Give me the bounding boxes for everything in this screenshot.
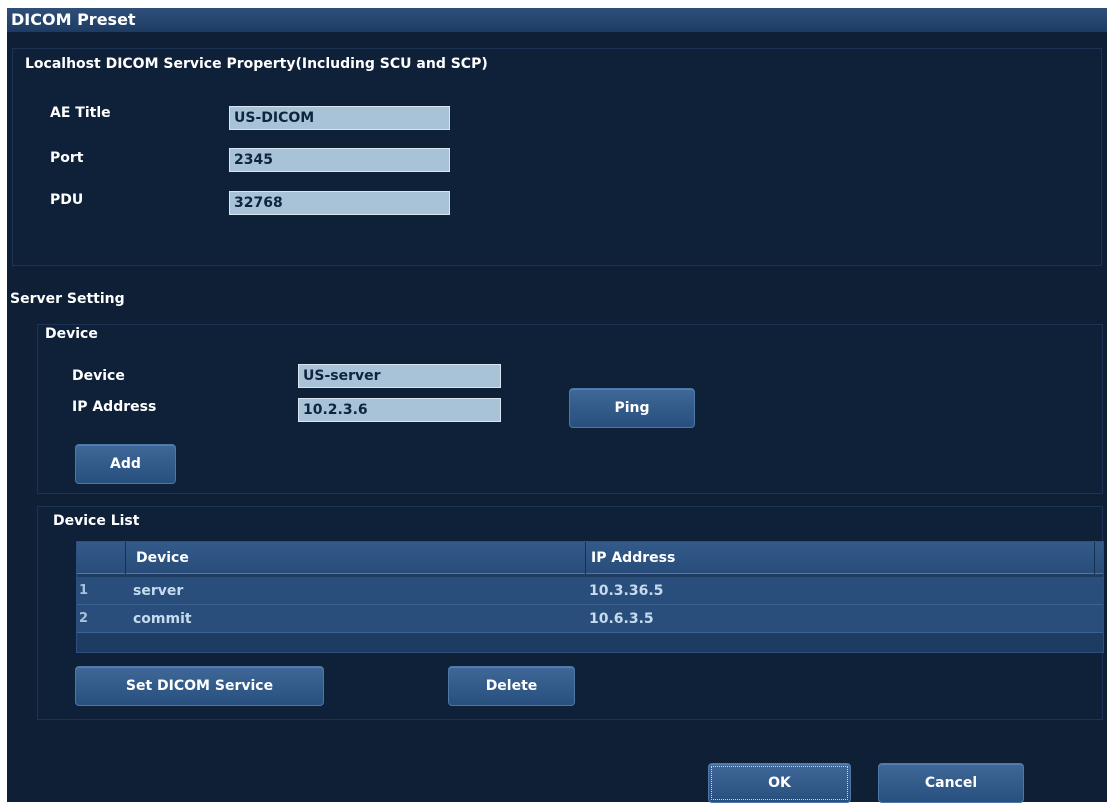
ae-title-label: AE Title bbox=[50, 105, 111, 121]
row-device: commit bbox=[133, 611, 192, 627]
cancel-button[interactable]: Cancel bbox=[878, 763, 1024, 803]
pdu-label: PDU bbox=[50, 192, 84, 208]
row-device: server bbox=[133, 583, 184, 599]
add-button[interactable]: Add bbox=[75, 444, 176, 484]
local-service-title: Localhost DICOM Service Property(Includi… bbox=[25, 56, 488, 72]
table-header: Device IP Address bbox=[77, 542, 1103, 574]
set-dicom-service-button[interactable]: Set DICOM Service bbox=[75, 666, 324, 706]
header-separator bbox=[125, 542, 126, 574]
table-row[interactable]: 1 server 10.3.36.5 bbox=[77, 577, 1103, 605]
delete-button[interactable]: Delete bbox=[448, 666, 575, 706]
row-ip-address: 10.3.36.5 bbox=[589, 583, 664, 599]
header-separator bbox=[1094, 542, 1095, 574]
column-header-ip-address[interactable]: IP Address bbox=[591, 542, 675, 574]
dicom-preset-dialog: DICOM Preset Localhost DICOM Service Pro… bbox=[7, 8, 1107, 803]
device-list-title: Device List bbox=[53, 513, 140, 529]
local-service-group bbox=[12, 48, 1102, 266]
row-index: 2 bbox=[79, 611, 89, 626]
ping-button[interactable]: Ping bbox=[569, 388, 695, 428]
row-index: 1 bbox=[79, 583, 89, 598]
device-field[interactable] bbox=[298, 364, 501, 388]
device-group-title: Device bbox=[45, 326, 98, 342]
table-row[interactable]: 2 commit 10.6.3.5 bbox=[77, 605, 1103, 633]
device-list-table: Device IP Address 1 server 10.3.36.5 2 c… bbox=[76, 541, 1104, 653]
dialog-title: DICOM Preset bbox=[7, 8, 1107, 32]
port-label: Port bbox=[50, 150, 84, 166]
server-setting-title: Server Setting bbox=[10, 291, 125, 307]
device-label: Device bbox=[72, 368, 125, 384]
column-header-device[interactable]: Device bbox=[136, 542, 189, 574]
ip-address-field[interactable] bbox=[298, 398, 501, 422]
header-separator bbox=[585, 542, 586, 574]
ip-address-label: IP Address bbox=[72, 399, 157, 415]
row-ip-address: 10.6.3.5 bbox=[589, 611, 654, 627]
pdu-field[interactable] bbox=[229, 191, 450, 215]
ae-title-field[interactable] bbox=[229, 106, 450, 130]
ok-button[interactable]: OK bbox=[708, 763, 851, 803]
port-field[interactable] bbox=[229, 148, 450, 172]
